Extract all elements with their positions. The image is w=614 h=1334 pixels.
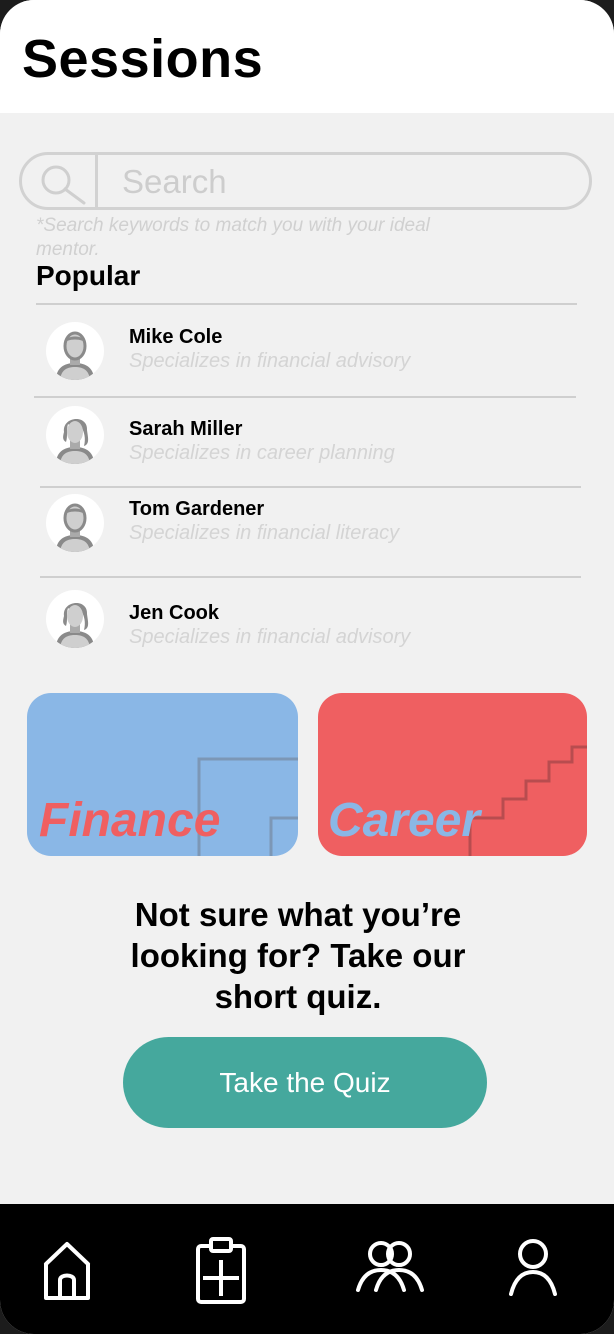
divider (34, 396, 576, 398)
mentor-item-tom-gardener[interactable]: Tom Gardener Specializes in financial li… (40, 494, 580, 574)
mentor-specialty: Specializes in financial advisory (129, 626, 411, 648)
mentor-name: Jen Cook (129, 602, 220, 624)
male-avatar-icon (46, 322, 104, 380)
bottom-navigation (0, 1204, 614, 1334)
search-bar[interactable] (19, 152, 592, 210)
mentor-item-jen-cook[interactable]: Jen Cook Specializes in financial adviso… (40, 590, 580, 670)
mentor-specialty: Specializes in career planning (129, 442, 395, 464)
mentor-item-mike-cole[interactable]: Mike Cole Specializes in financial advis… (40, 322, 580, 402)
profile-icon[interactable] (493, 1230, 573, 1310)
mentor-name: Sarah Miller (129, 418, 243, 440)
mentor-specialty: Specializes in financial literacy (129, 522, 400, 544)
finance-label: Finance (39, 794, 221, 847)
mentor-item-sarah-miller[interactable]: Sarah Miller Specializes in career plann… (40, 406, 580, 486)
career-category-card[interactable]: Career (318, 693, 587, 856)
mentor-specialty: Specializes in financial advisory (129, 350, 411, 372)
finance-category-card[interactable]: Finance (27, 693, 298, 856)
take-quiz-button[interactable]: Take the Quiz (123, 1037, 487, 1128)
search-hint: *Search keywords to match you with your … (36, 215, 430, 260)
divider (36, 303, 577, 305)
group-icon[interactable] (350, 1230, 430, 1310)
divider (40, 486, 581, 488)
popular-heading: Popular (36, 260, 141, 291)
home-icon[interactable] (27, 1230, 107, 1310)
header: Sessions (0, 0, 614, 113)
phone-screen: Sessions *Search keywords to match you w… (0, 0, 614, 1334)
female-avatar-icon (46, 406, 104, 464)
mentor-name: Mike Cole (129, 326, 223, 348)
search-divider (95, 155, 98, 207)
male-avatar-icon (46, 494, 104, 552)
quiz-prompt: Not sure what you’re looking for? Take o… (130, 896, 466, 1015)
mentor-name: Tom Gardener (129, 498, 265, 520)
search-icon[interactable] (36, 161, 88, 205)
career-label: Career (328, 794, 481, 847)
female-avatar-icon (46, 590, 104, 648)
search-input[interactable] (120, 161, 564, 203)
divider (40, 576, 581, 578)
page-title: Sessions (22, 29, 264, 89)
clipboard-plus-icon[interactable] (181, 1230, 261, 1310)
